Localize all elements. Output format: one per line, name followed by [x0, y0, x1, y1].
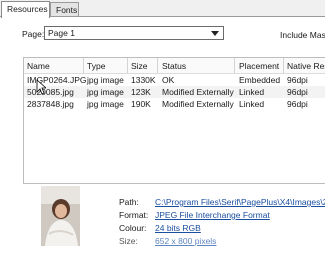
cell-size: 1330K [131, 75, 156, 85]
column-divider[interactable] [283, 58, 284, 73]
page-label: Page: [22, 29, 45, 39]
path-link[interactable]: C:\Program Files\Serif\PagePlus\X4\Image… [155, 197, 325, 207]
format-link[interactable]: JPEG File Interchange Format [155, 210, 270, 220]
chevron-down-icon[interactable] [211, 31, 219, 36]
cell-status: Modified Externally [162, 99, 234, 109]
tab-resources[interactable]: Resources [1, 1, 50, 18]
resources-table: Name Type Size Status Placement Native R… [23, 57, 325, 184]
column-header-name[interactable]: Name [27, 61, 50, 71]
cell-placement: Linked [239, 99, 265, 109]
page-dropdown-value: Page 1 [48, 28, 75, 38]
path-label: Path: [119, 197, 139, 207]
table-header: Name Type Size Status Placement Native R… [24, 58, 325, 74]
column-divider[interactable] [127, 58, 128, 73]
mouse-cursor-icon [36, 79, 46, 95]
size-label: Size: [119, 236, 138, 246]
colour-label: Colour: [119, 223, 147, 233]
column-divider[interactable] [157, 58, 158, 73]
cell-size: 123K [131, 87, 151, 97]
table-row[interactable]: IMGP0264.JPG jpg image 1330K OK Embedded… [24, 74, 325, 86]
table-row[interactable]: 2837848.jpg jpg image 190K Modified Exte… [24, 98, 325, 110]
cell-type: jpg image [87, 99, 124, 109]
table-row[interactable]: 5020085.jpg jpg image 123K Modified Exte… [24, 86, 325, 98]
cell-native-res: 96dpi [287, 87, 308, 97]
cell-native-res: 96dpi [287, 99, 308, 109]
cell-type: jpg image [87, 87, 124, 97]
include-master-checkbox-label[interactable]: Include Mas [280, 30, 325, 40]
cell-placement: Linked [239, 87, 265, 97]
tab-fonts[interactable]: Fonts [50, 2, 79, 17]
size-link[interactable]: 652 x 800 pixels [155, 236, 216, 246]
column-divider[interactable] [234, 58, 235, 73]
cell-name: 2837848.jpg [27, 99, 74, 109]
cell-name: 5020085.jpg [27, 87, 74, 97]
cell-native-res: 96dpi [287, 75, 308, 85]
tab-bar: Resources Fonts [0, 0, 325, 18]
page-dropdown[interactable]: Page 1 [44, 26, 224, 40]
cell-placement: Embedded [239, 75, 281, 85]
column-header-type[interactable]: Type [87, 61, 105, 71]
column-header-status[interactable]: Status [162, 61, 186, 71]
column-header-placement[interactable]: Placement [239, 61, 279, 71]
format-label: Format: [119, 210, 149, 220]
cell-type: jpg image [87, 75, 124, 85]
column-header-native-res[interactable]: Native Res [287, 61, 325, 71]
cell-status: OK [162, 75, 175, 85]
colour-link[interactable]: 24 bits RGB [155, 223, 201, 233]
cell-status: Modified Externally [162, 87, 234, 97]
column-header-size[interactable]: Size [131, 61, 148, 71]
cell-size: 190K [131, 99, 151, 109]
image-preview-thumbnail [41, 186, 80, 246]
column-divider[interactable] [83, 58, 84, 73]
